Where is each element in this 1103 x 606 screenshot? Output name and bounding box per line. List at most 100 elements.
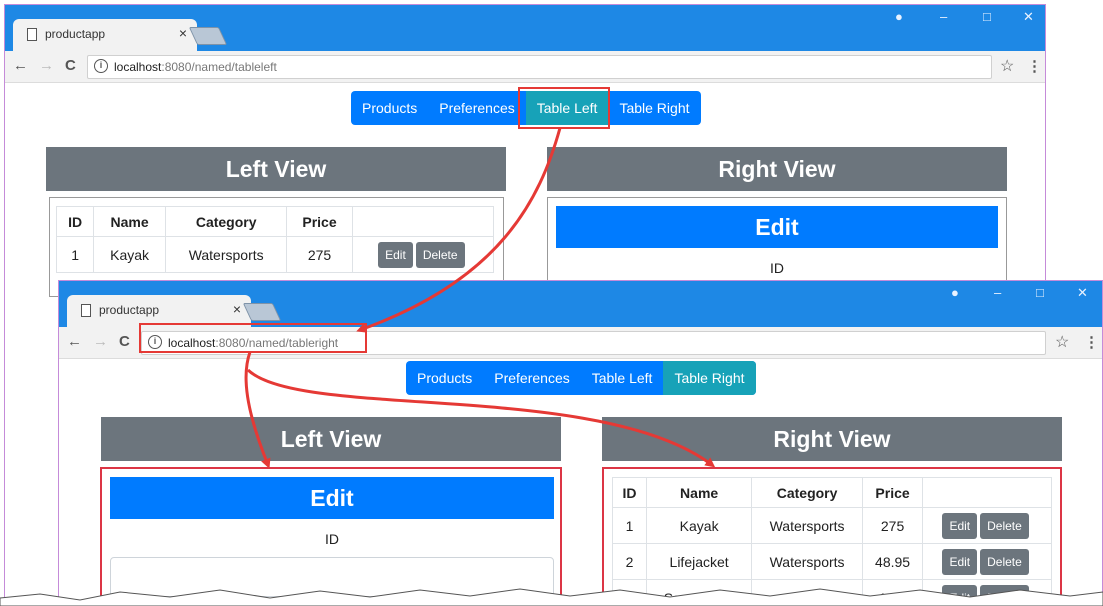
- column-header: Category: [164, 206, 288, 237]
- nav-products[interactable]: Products: [351, 91, 428, 125]
- delete-button[interactable]: Delete: [980, 548, 1029, 575]
- minimize-icon[interactable]: –: [940, 9, 947, 24]
- forward-arrow-icon[interactable]: →: [39, 57, 54, 74]
- left-view-header: Left View: [101, 417, 561, 461]
- tab-close-icon[interactable]: ×: [233, 301, 241, 317]
- browser-toolbar: ← → C i localhost:8080/named/tableleft ☆…: [5, 51, 1045, 83]
- document-icon: [81, 304, 91, 317]
- app-nav: Products Preferences Table Left Table Ri…: [406, 361, 756, 395]
- cell-actions: Edit Delete: [922, 579, 1052, 605]
- cell-price: 48.95: [861, 543, 924, 580]
- table-header-row: ID Name Category Price: [55, 206, 495, 237]
- minimize-icon[interactable]: –: [994, 285, 1001, 300]
- info-icon[interactable]: i: [94, 59, 108, 73]
- cell-category: Watersports: [751, 543, 863, 580]
- close-icon[interactable]: ✕: [1023, 9, 1034, 25]
- right-view-panel: ID Name Category Price 1 Kayak Waterspor…: [602, 467, 1062, 605]
- url-path: :8080/named/tableleft: [161, 60, 277, 74]
- maximize-icon[interactable]: □: [983, 9, 991, 24]
- edit-button[interactable]: Edit: [942, 512, 978, 539]
- browser-tab[interactable]: productapp ×: [13, 19, 197, 51]
- back-arrow-icon[interactable]: ←: [67, 333, 82, 350]
- browser-window-front: productapp × ● – □ ✕ ← → C i localhost:8…: [58, 280, 1103, 606]
- right-view-header: Right View: [602, 417, 1062, 461]
- delete-button[interactable]: Delete: [980, 512, 1029, 539]
- nav-preferences[interactable]: Preferences: [428, 91, 525, 125]
- cell-id: 2: [612, 543, 647, 580]
- address-bar[interactable]: i localhost:8080/named/tableleft: [87, 55, 992, 79]
- document-icon: [27, 28, 37, 41]
- left-view-panel: Edit ID: [100, 467, 562, 605]
- menu-kebab-icon[interactable]: ⋮: [1027, 57, 1042, 75]
- forward-arrow-icon[interactable]: →: [93, 333, 108, 350]
- tab-close-icon[interactable]: ×: [179, 25, 187, 41]
- cell-name: Kayak: [645, 507, 753, 544]
- profile-icon[interactable]: ●: [895, 9, 903, 24]
- id-input[interactable]: [110, 557, 554, 597]
- profile-icon[interactable]: ●: [951, 285, 959, 300]
- cell-id: 3: [612, 579, 647, 605]
- cell-actions: Edit Delete: [351, 236, 495, 273]
- edit-title: Edit: [556, 206, 998, 248]
- bookmark-star-icon[interactable]: ☆: [1000, 56, 1014, 76]
- menu-kebab-icon[interactable]: ⋮: [1084, 333, 1099, 351]
- cell-id: 1: [612, 507, 647, 544]
- cell-id: 1: [55, 236, 95, 273]
- title-bar: productapp × ● – □ ✕: [59, 281, 1102, 327]
- column-header: ID: [612, 477, 647, 508]
- delete-button[interactable]: Delete: [980, 584, 1029, 605]
- table-row: 3 Soccer Ball Soccer 19.5 Edit Delete: [612, 579, 1052, 605]
- tab-title: productapp: [45, 27, 106, 41]
- reload-icon[interactable]: C: [119, 333, 130, 350]
- column-header: Price: [286, 206, 353, 237]
- edit-button[interactable]: Edit: [942, 548, 978, 575]
- cell-price: 275: [286, 236, 353, 273]
- table-header-row: ID Name Category Price: [612, 477, 1052, 508]
- tab-title: productapp: [99, 303, 160, 317]
- cell-actions: Edit Delete: [922, 543, 1052, 580]
- bookmark-star-icon[interactable]: ☆: [1055, 332, 1069, 352]
- left-view-header: Left View: [46, 147, 506, 191]
- edit-title: Edit: [110, 477, 554, 519]
- right-view-header: Right View: [547, 147, 1007, 191]
- url-host: localhost: [114, 60, 162, 74]
- id-label: ID: [770, 260, 784, 276]
- title-bar: productapp × ● – □ ✕: [5, 5, 1045, 51]
- back-arrow-icon[interactable]: ←: [13, 57, 28, 74]
- table-row: 1 Kayak Watersports 275 Edit Delete: [612, 507, 1052, 544]
- product-table: ID Name Category Price 1 Kayak Waterspor…: [55, 206, 495, 273]
- nav-table-right[interactable]: Table Right: [663, 361, 756, 395]
- edit-button[interactable]: Edit: [378, 241, 413, 268]
- column-header: ID: [55, 206, 95, 237]
- cell-category: Soccer: [751, 579, 863, 605]
- table-row: 1 Kayak Watersports 275 Edit Delete: [55, 236, 495, 273]
- edit-button[interactable]: Edit: [942, 584, 978, 605]
- cell-name: Soccer Ball: [645, 579, 753, 605]
- nav-table-right[interactable]: Table Right: [608, 91, 700, 125]
- close-icon[interactable]: ✕: [1077, 285, 1088, 301]
- column-header: [351, 206, 495, 237]
- maximize-icon[interactable]: □: [1036, 285, 1044, 300]
- highlight-table-left: [518, 87, 610, 129]
- table-row: 2 Lifejacket Watersports 48.95 Edit Delet…: [612, 543, 1052, 580]
- cell-name: Lifejacket: [645, 543, 753, 580]
- column-header: Name: [645, 477, 753, 508]
- cell-name: Kayak: [93, 236, 166, 273]
- column-header: [922, 477, 1052, 508]
- column-header: Name: [93, 206, 166, 237]
- nav-table-left[interactable]: Table Left: [581, 361, 664, 395]
- nav-preferences[interactable]: Preferences: [483, 361, 580, 395]
- cell-price: 275: [861, 507, 924, 544]
- reload-icon[interactable]: C: [65, 57, 76, 74]
- cell-category: Watersports: [751, 507, 863, 544]
- url-text: localhost:8080/named/tableleft: [114, 60, 277, 74]
- cell-actions: Edit Delete: [922, 507, 1052, 544]
- cell-category: Watersports: [164, 236, 288, 273]
- column-header: Category: [751, 477, 863, 508]
- id-label: ID: [325, 531, 339, 547]
- product-table: ID Name Category Price 1 Kayak Waterspor…: [612, 477, 1052, 605]
- nav-products[interactable]: Products: [406, 361, 483, 395]
- delete-button[interactable]: Delete: [415, 241, 465, 268]
- column-header: Price: [861, 477, 924, 508]
- highlight-url: [139, 323, 367, 353]
